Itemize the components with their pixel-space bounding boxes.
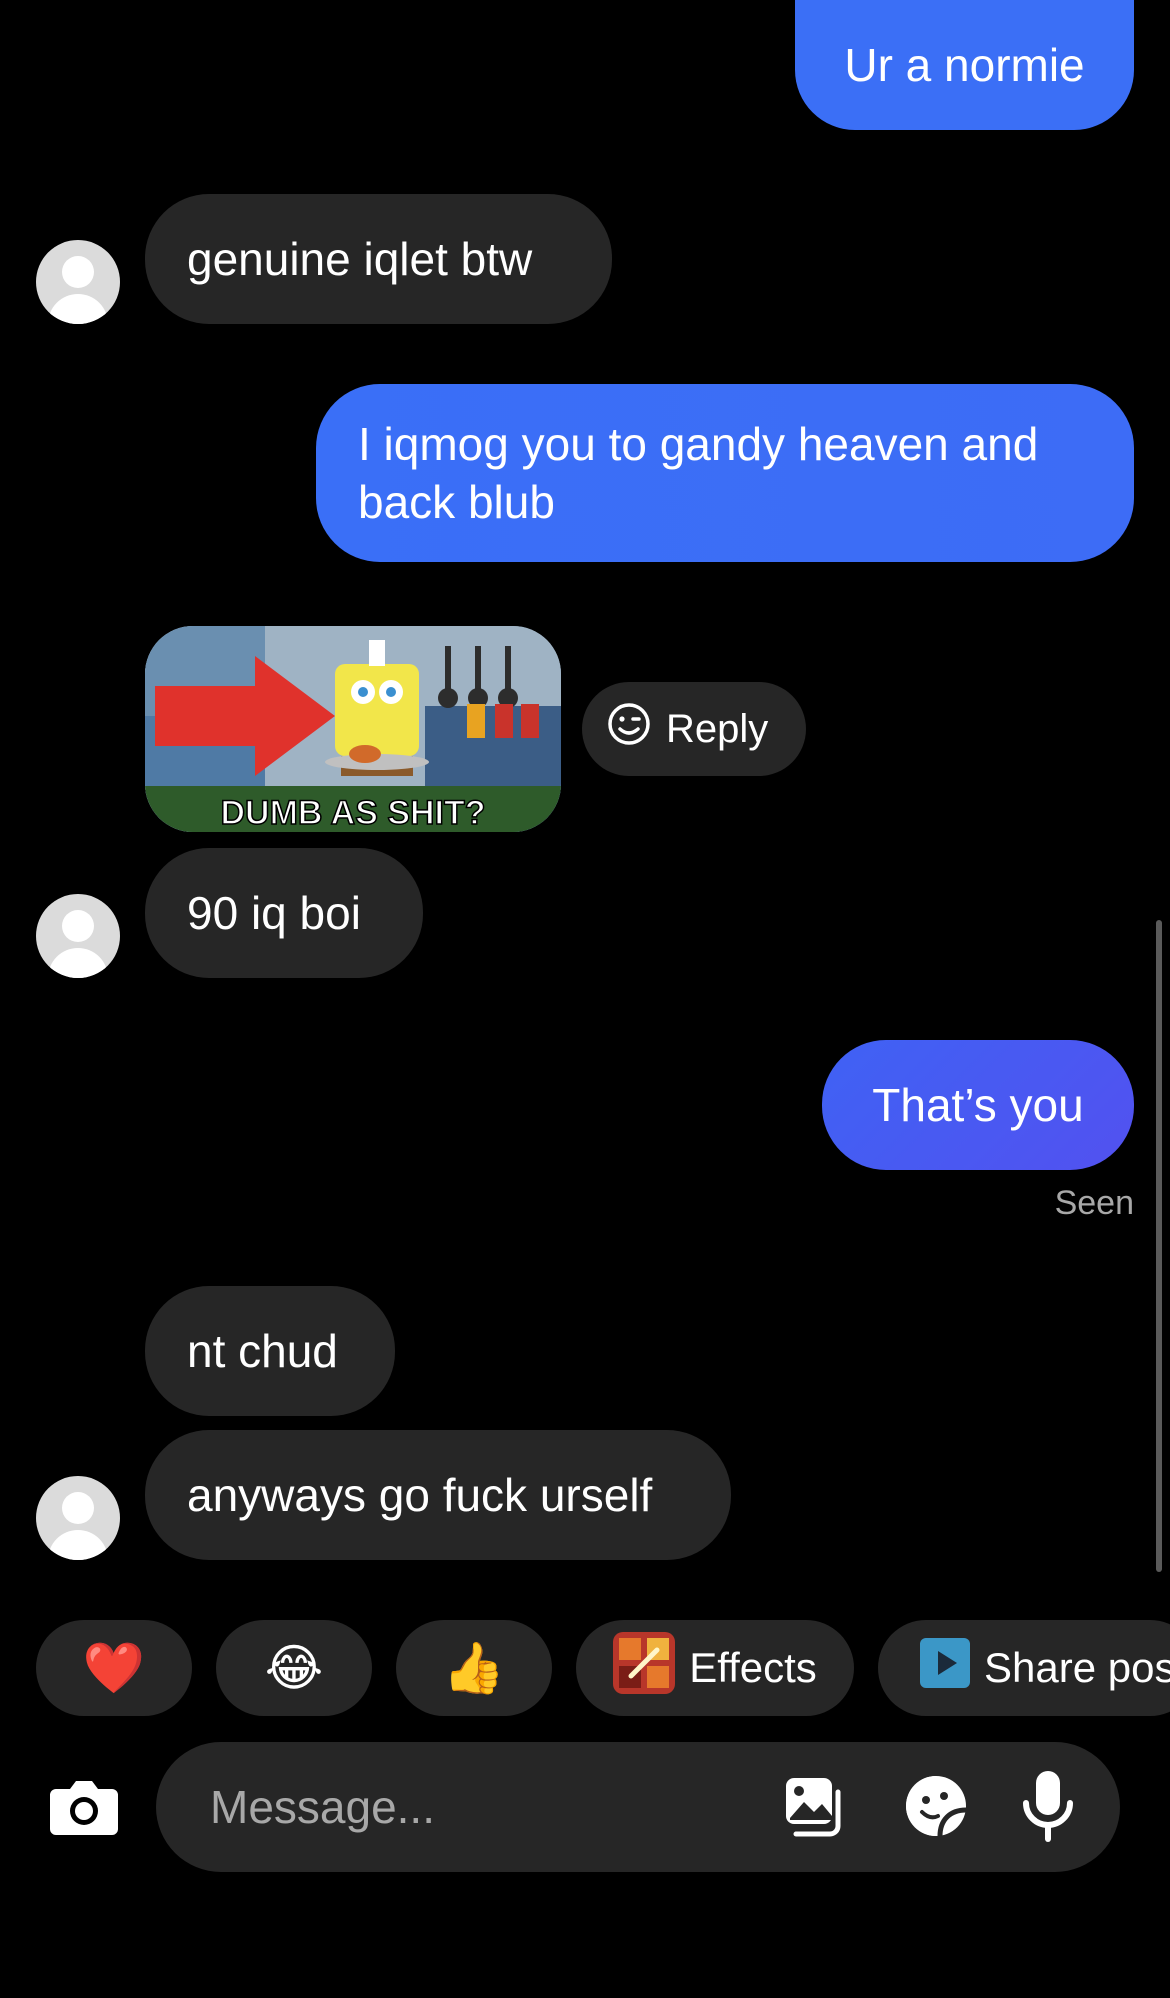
heart-reaction-chip[interactable]: ❤️ (36, 1620, 192, 1716)
scrollbar[interactable] (1156, 920, 1162, 1572)
laugh-cry-emoji: 😂 (264, 1640, 324, 1696)
heart-emoji: ❤️ (82, 1639, 146, 1696)
message-text: Ur a normie (844, 39, 1085, 91)
gallery-button[interactable] (780, 1774, 850, 1844)
chat-screen: Ur a normie genuine iqlet btw I iqmog yo… (0, 0, 1170, 1998)
avatar[interactable] (36, 894, 120, 978)
spongebob-meme-illustration: DUMB AS SHIT? (145, 626, 561, 832)
meme-caption: DUMB AS SHIT? (220, 794, 485, 832)
message-input[interactable] (210, 1772, 730, 1842)
microphone-button[interactable] (1018, 1770, 1078, 1846)
outgoing-message[interactable]: Ur a normie (795, 0, 1134, 130)
incoming-message[interactable]: nt chud (145, 1286, 395, 1416)
message-text-line: back blub (358, 476, 555, 528)
sticker-button[interactable] (900, 1772, 972, 1844)
share-label: Share pos (984, 1644, 1170, 1691)
effects-chip[interactable]: Effects (576, 1620, 854, 1716)
outgoing-message[interactable]: That’s you (822, 1040, 1134, 1170)
effects-icon (613, 1632, 676, 1704)
message-text: That’s you (872, 1079, 1084, 1131)
thumbs-up-emoji: 👍 (442, 1639, 506, 1696)
avatar[interactable] (36, 240, 120, 324)
message-text: 90 iq boi (187, 887, 361, 939)
incoming-message[interactable]: anyways go fuck urself (145, 1430, 731, 1560)
microphone-icon (1020, 1769, 1076, 1848)
message-text: nt chud (187, 1325, 338, 1377)
sticker-icon (902, 1772, 970, 1845)
camera-button[interactable] (44, 1770, 124, 1846)
laugh-reaction-chip[interactable]: 😂 (216, 1620, 372, 1716)
outgoing-message[interactable]: I iqmog you to gandy heaven and back blu… (316, 384, 1134, 562)
thumbs-up-reaction-chip[interactable]: 👍 (396, 1620, 552, 1716)
reply-button[interactable]: Reply (582, 682, 806, 776)
share-play-icon (920, 1638, 970, 1698)
emoji-smile-icon (606, 701, 652, 757)
gallery-icon (782, 1774, 848, 1845)
seen-status: Seen (1054, 1184, 1134, 1222)
share-chip[interactable]: Share pos (878, 1620, 1170, 1716)
incoming-message[interactable]: 90 iq boi (145, 848, 423, 978)
message-text-line: I iqmog you to gandy heaven and (358, 418, 1039, 470)
effects-label: Effects (689, 1644, 817, 1691)
shared-meme-image[interactable]: DUMB AS SHIT? (145, 626, 561, 832)
reply-label: Reply (666, 706, 769, 751)
incoming-message[interactable]: genuine iqlet btw (145, 194, 612, 324)
avatar[interactable] (36, 1476, 120, 1560)
camera-icon (48, 1775, 120, 1842)
message-text: genuine iqlet btw (187, 233, 533, 285)
message-text: anyways go fuck urself (187, 1469, 653, 1521)
message-composer (156, 1742, 1120, 1872)
